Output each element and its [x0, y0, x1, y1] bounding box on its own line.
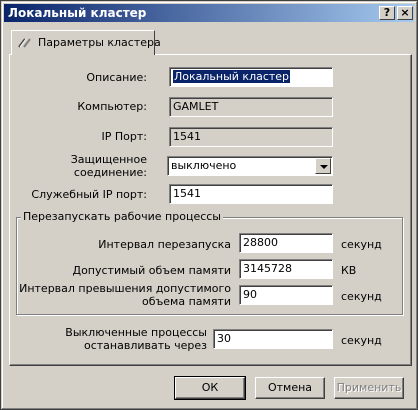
close-button[interactable]: ×	[397, 6, 413, 20]
secure-connection-value: выключено	[171, 159, 237, 172]
service-ip-port-field[interactable]: 1541	[169, 184, 333, 204]
disabled-processes-label-line2: останавливать через	[84, 339, 207, 352]
description-value: Локальный кластер	[173, 70, 291, 83]
computer-field: GAMLET	[169, 97, 333, 117]
ip-port-field: 1541	[169, 127, 333, 147]
cluster-icon	[18, 38, 31, 48]
title-bar[interactable]: Локальный кластер ? ×	[4, 4, 414, 22]
cancel-button[interactable]: Отмена	[255, 377, 325, 399]
secure-connection-select[interactable]: выключено	[167, 156, 333, 176]
exceed-interval-label-line1: Интервал превышения допустимого	[19, 282, 231, 295]
ok-button[interactable]: ОК	[174, 376, 246, 400]
restart-interval-label: Интервал перезапуска	[98, 238, 231, 251]
exceed-interval-unit: секунд	[341, 290, 382, 303]
ip-port-label: IP Порт:	[101, 130, 147, 143]
description-label: Описание:	[86, 71, 147, 84]
chevron-down-icon[interactable]	[315, 158, 331, 174]
restart-interval-field[interactable]: 28800	[239, 233, 333, 253]
description-field[interactable]: Локальный кластер	[169, 67, 333, 87]
disabled-processes-label-line1: Выключенные процессы	[65, 326, 207, 339]
exceed-interval-label-line2: объема памяти	[142, 295, 231, 308]
restart-group-title: Перезапускать рабочие процессы	[21, 210, 223, 223]
memory-limit-field[interactable]: 3145728	[239, 259, 333, 279]
dialog-window: Локальный кластер ? × Параметры кластера…	[0, 0, 418, 410]
disabled-processes-unit: секунд	[341, 334, 382, 347]
disabled-processes-field[interactable]: 30	[213, 329, 333, 349]
memory-limit-label: Допустимый объем памяти	[72, 264, 231, 277]
service-ip-port-label: Служебный IP порт:	[31, 188, 147, 201]
restart-interval-unit: секунд	[341, 238, 382, 251]
secure-connection-label-line1: Защищенное	[70, 153, 147, 166]
tab-cluster-parameters[interactable]: Параметры кластера	[11, 30, 161, 55]
memory-limit-unit: КВ	[341, 264, 357, 277]
exceed-interval-field[interactable]: 90	[239, 285, 333, 305]
tab-label: Параметры кластера	[38, 36, 161, 49]
secure-connection-label-line2: соединение:	[73, 166, 147, 179]
window-title: Локальный кластер	[8, 6, 147, 20]
computer-label: Компьютер:	[77, 100, 147, 113]
apply-button[interactable]: Применить	[334, 377, 404, 399]
help-button[interactable]: ?	[379, 6, 395, 20]
